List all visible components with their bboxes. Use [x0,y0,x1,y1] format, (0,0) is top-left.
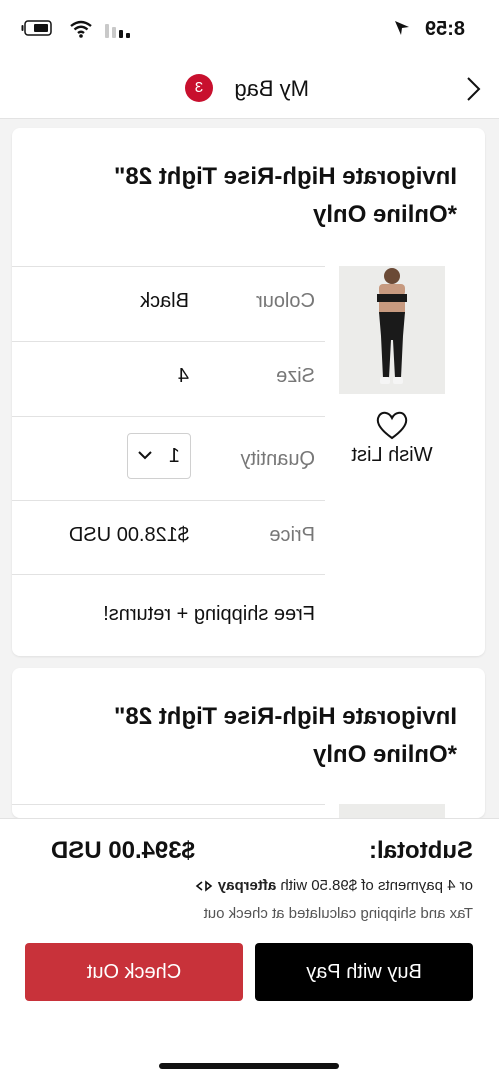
size-label: Size [276,365,315,387]
bag-count-badge: 3 [185,74,213,102]
afterpay-note: or 4 payments of $98.50 with afterpay [194,877,473,894]
subtotal-value: $394.00 USD [50,837,195,864]
colour-value: Black [140,290,189,312]
free-shipping-note: Free shipping + returns! [103,603,315,625]
product-title[interactable]: Invigorate High-Rise Tight 28" *Online O… [27,158,457,234]
shipping-row: Free shipping + returns! [12,574,325,655]
heart-icon [376,411,408,440]
afterpay-text: or 4 payments of $98.50 with [280,877,473,894]
product-title[interactable]: Invigorate High-Rise Tight 28" *Online O… [27,698,457,774]
check-out-button[interactable]: Check Out [25,943,243,1001]
wish-list-label: Wish List [351,444,433,466]
quantity-label: Quantity [240,448,315,470]
product-image[interactable] [339,266,445,394]
status-time: 8:59 [424,18,465,40]
afterpay-logo: afterpay [217,877,277,894]
product-image[interactable] [339,804,445,818]
size-value: 4 [177,365,189,387]
status-bar: 8:59 [0,0,499,60]
location-arrow-icon [395,21,409,35]
quantity-select[interactable]: 1 [127,433,191,479]
cellular-signal-icon [104,22,130,38]
bag-item-card: Invigorate High-Rise Tight 28" *Online O… [12,128,485,656]
colour-label: Colour [256,290,315,312]
quantity-value: 1 [168,445,180,467]
bag-item-card: Invigorate High-Rise Tight 28" *Online O… [12,668,485,818]
nav-bar: My Bag 3 [0,60,499,119]
checkout-panel: Subtotal: $394.00 USD or 4 payments of $… [0,818,499,1080]
chevron-down-icon [138,451,152,460]
price-label: Price [269,524,315,546]
price-value: $128.00 USD [68,524,189,546]
home-indicator [159,1063,339,1069]
wifi-icon [70,20,92,38]
price-row: Price $128.00 USD [12,500,325,575]
subtotal-label: Subtotal: [369,837,473,864]
back-chevron-icon[interactable] [463,76,483,102]
afterpay-arrows-icon [195,880,212,892]
wish-list-button[interactable]: Wish List [339,410,445,467]
tax-shipping-note: Tax and shipping calculated at check out [203,905,473,922]
battery-icon [21,20,52,36]
quantity-row: Quantity 1 [12,416,325,501]
size-row: Size 4 [12,341,325,416]
colour-row: Colour Black [12,266,325,341]
item-detail-row [12,804,325,818]
page-title: My Bag [234,76,309,101]
apple-pay-button[interactable]: Buy with Pay [255,943,473,1001]
